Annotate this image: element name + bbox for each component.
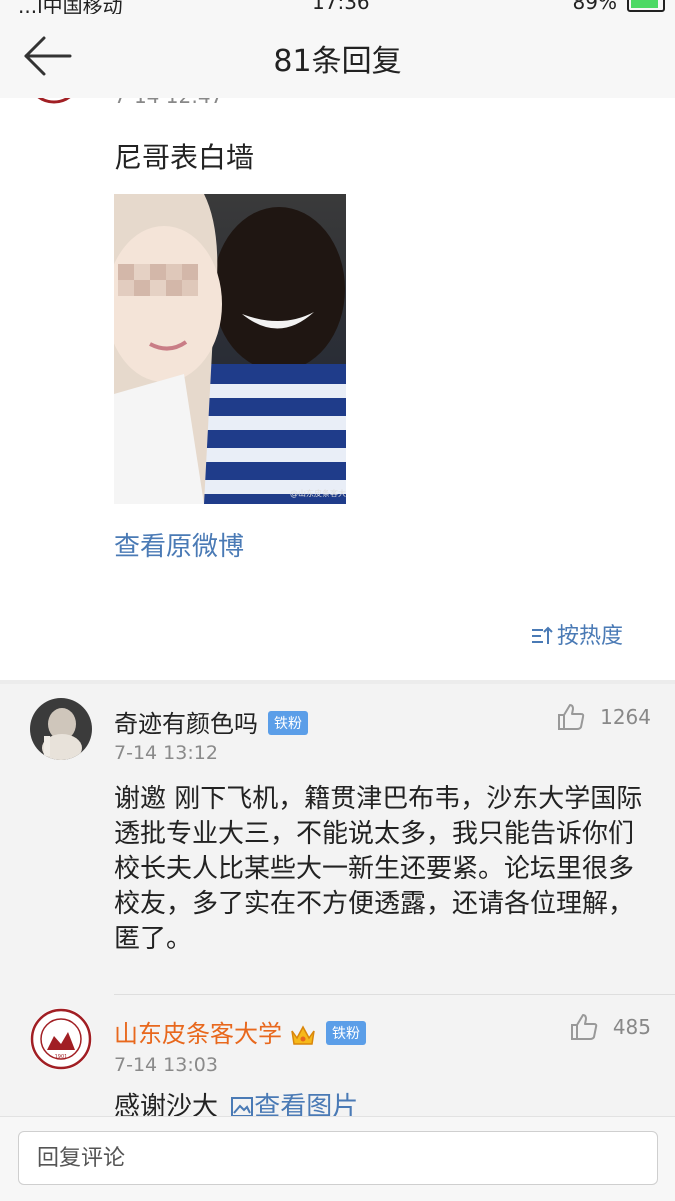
- like-count: 1264: [600, 705, 651, 729]
- sort-label: 按热度: [556, 624, 623, 649]
- commenter-name[interactable]: 山东皮条客大学: [114, 1020, 282, 1048]
- image-watermark: @山东皮条客大学: [290, 488, 346, 498]
- battery-icon: [627, 0, 665, 12]
- comment-time: 7-14 13:03: [114, 1054, 218, 1076]
- comment-divider: [114, 994, 675, 995]
- header-bar: 81条回复: [0, 14, 675, 99]
- post-image[interactable]: @山东皮条客大学: [114, 194, 346, 504]
- reply-input[interactable]: [18, 1131, 658, 1185]
- comment-list: 奇迹有颜色吗 铁粉 1264 7-14 13:12 谢邀 刚下飞机，籍贯津巴布韦，…: [0, 684, 675, 1116]
- sort-icon: [531, 626, 553, 644]
- comment-time: 7-14 13:12: [114, 742, 218, 764]
- commenter-name[interactable]: 奇迹有颜色吗: [114, 710, 258, 738]
- clock: 17:36: [312, 0, 370, 14]
- thumbs-up-icon: [558, 704, 585, 730]
- sort-by-hot-button[interactable]: 按热度: [531, 618, 623, 650]
- commenter-avatar[interactable]: 1901: [30, 1008, 92, 1070]
- view-image-link[interactable]: 查看图片: [226, 1092, 358, 1116]
- fan-badge: 铁粉: [268, 711, 308, 735]
- comment-text-row: 感谢沙大 查看图片: [114, 1090, 654, 1116]
- view-image-label: 查看图片: [254, 1092, 359, 1116]
- commenter-avatar[interactable]: [30, 698, 92, 760]
- thumbs-up-icon: [570, 1014, 598, 1040]
- author-avatar[interactable]: [26, 98, 82, 104]
- original-post: 7-14 12:47 尼哥表白墙: [0, 98, 675, 680]
- svg-text:1901: 1901: [55, 1054, 68, 1060]
- reply-bar: [0, 1116, 675, 1201]
- post-timestamp: 7-14 12:47: [114, 98, 223, 108]
- crown-icon: [290, 1024, 316, 1052]
- like-button[interactable]: 1264: [556, 702, 651, 732]
- like-count: 485: [612, 1015, 651, 1039]
- image-icon: [231, 1097, 254, 1116]
- battery-text: 89%: [572, 0, 617, 14]
- carrier-label: ...l中国移动: [18, 0, 123, 14]
- comment-text: 感谢沙大: [114, 1092, 219, 1116]
- like-button[interactable]: 485: [569, 1012, 651, 1042]
- view-original-link[interactable]: 查看原微博: [114, 526, 244, 563]
- fan-badge: 铁粉: [326, 1021, 366, 1045]
- page-title: 81条回复: [273, 44, 402, 79]
- comment-text: 谢邀 刚下飞机，籍贯津巴布韦，沙东大学国际透批专业大三，不能说太多，我只能告诉你…: [114, 784, 643, 954]
- status-bar: ...l中国移动 17:36 89%: [0, 0, 675, 14]
- post-text: 尼哥表白墙: [114, 141, 255, 174]
